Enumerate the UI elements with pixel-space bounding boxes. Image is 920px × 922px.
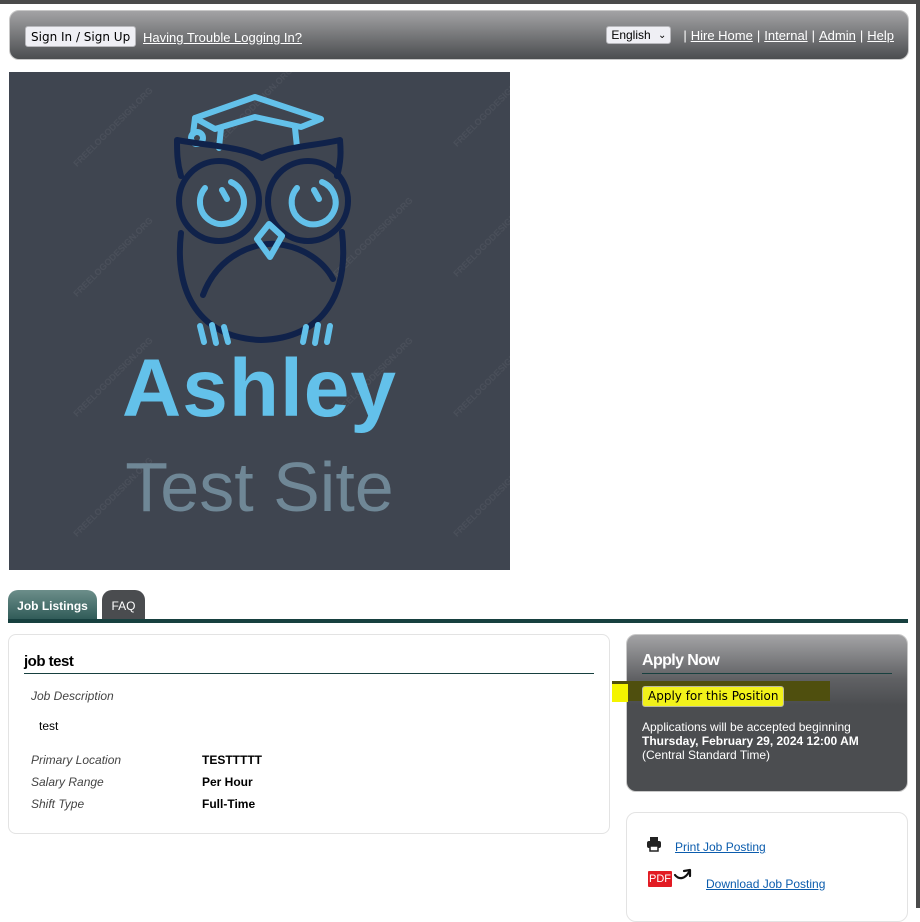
language-select[interactable]: English ⌄ <box>606 26 672 44</box>
separator: | <box>811 27 815 43</box>
job-title-divider <box>24 673 594 674</box>
header-bar: Sign In / Sign Up Having Trouble Logging… <box>9 10 909 60</box>
application-start-info: Applications will be accepted beginning … <box>642 720 859 762</box>
graduation-cap-icon <box>188 94 324 151</box>
salary-range-value: Per Hour <box>202 775 253 789</box>
separator: | <box>859 27 864 43</box>
primary-location-value: TESTTTTT <box>202 753 262 767</box>
language-select-value: English <box>611 28 651 42</box>
logo-subtitle: Test Site <box>125 448 394 526</box>
internal-link[interactable]: Internal <box>764 28 807 43</box>
apply-now-panel: Apply Now <box>626 634 908 792</box>
trouble-logging-in-link[interactable]: Having Trouble Logging In? <box>143 30 302 45</box>
logo-title: Ashley <box>122 343 397 434</box>
printer-icon[interactable] <box>646 836 662 852</box>
shift-type-value: Full-Time <box>202 797 256 811</box>
tab-faq[interactable]: FAQ <box>102 590 145 620</box>
download-arrow-icon <box>673 868 692 880</box>
company-logo: FREELOGODESIGN.ORG FREELOGODESIGN.ORG FR… <box>9 72 510 570</box>
apply-for-position-button[interactable]: Apply for this Position <box>642 686 785 707</box>
download-job-posting-link[interactable]: Download Job Posting <box>706 877 825 891</box>
job-description-label: Job Description <box>31 689 114 703</box>
help-link[interactable]: Help <box>867 28 894 43</box>
job-description: test <box>39 719 59 733</box>
window-right-border <box>916 0 920 908</box>
sign-in-button[interactable]: Sign In / Sign Up <box>25 26 137 47</box>
separator: | <box>683 27 687 43</box>
separator: | <box>756 27 761 43</box>
posting-actions-card <box>626 812 908 922</box>
highlight-marker <box>612 684 628 702</box>
primary-location-label: Primary Location <box>31 753 122 767</box>
apply-title-divider <box>642 673 892 674</box>
print-job-posting-link[interactable]: Print Job Posting <box>675 840 766 854</box>
owl-icon <box>174 94 351 346</box>
window-top-border <box>0 0 920 4</box>
job-details-card: job test Job Description test Primary Lo… <box>8 634 610 834</box>
application-start-text: Applications will be accepted beginning <box>642 720 851 734</box>
apply-now-title: Apply Now <box>642 652 720 669</box>
salary-range-label: Salary Range <box>31 775 104 789</box>
hire-home-link[interactable]: Hire Home <box>691 28 753 43</box>
pdf-icon[interactable]: PDF <box>648 871 672 887</box>
chevron-down-icon: ⌄ <box>657 29 667 41</box>
tab-job-listings[interactable]: Job Listings <box>8 590 97 620</box>
application-start-date: Thursday, February 29, 2024 12:00 AM <box>642 734 859 748</box>
application-timezone: (Central Standard Time) <box>642 748 771 762</box>
shift-type-label: Shift Type <box>31 797 85 811</box>
job-title: job test <box>24 653 74 670</box>
tab-divider <box>8 619 908 623</box>
admin-link[interactable]: Admin <box>819 28 856 43</box>
header-nav: English ⌄ | Hire Home | Internal | Admin… <box>606 26 894 44</box>
